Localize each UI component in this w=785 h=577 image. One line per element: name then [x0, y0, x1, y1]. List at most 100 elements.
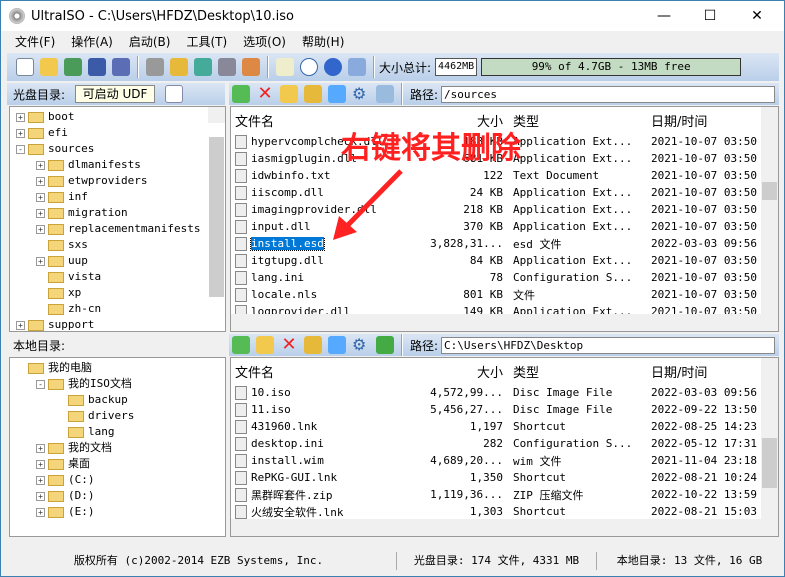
delete-icon[interactable]: ✕	[256, 85, 274, 103]
delete-icon[interactable]: ✕	[280, 336, 298, 354]
menu-bootable[interactable]: 启动(B)	[129, 33, 171, 50]
minimize-button[interactable]: —	[641, 1, 687, 31]
tree-item[interactable]: + uup	[16, 253, 225, 269]
boot-check-icon[interactable]	[165, 85, 184, 103]
settings-icon[interactable]: ⚙	[352, 85, 370, 103]
expand-toggle-icon[interactable]: +	[36, 224, 45, 234]
tree-item[interactable]: + 我的文档	[16, 440, 225, 456]
tree-item[interactable]: sxs	[16, 237, 225, 253]
extract-icon[interactable]	[64, 58, 82, 76]
mount-icon[interactable]	[170, 58, 188, 76]
expand-toggle-icon[interactable]: -	[36, 379, 45, 389]
file-row[interactable]: RePKG-GUI.lnk 1,350 Shortcut 2022-08-21 10:…	[231, 469, 778, 486]
tree-item[interactable]: + 桌面	[16, 456, 225, 472]
expand-toggle-icon[interactable]: +	[36, 459, 45, 469]
boot-type-field[interactable]: 可启动 UDF	[75, 85, 156, 103]
tree-item[interactable]: - 我的ISO文档	[16, 376, 225, 392]
expand-toggle-icon[interactable]: +	[36, 160, 45, 170]
tree-item[interactable]: + migration	[16, 205, 225, 221]
file-row[interactable]: imagingprovider.dll 218 KB Application Ext…	[231, 201, 778, 218]
expand-toggle-icon[interactable]: +	[36, 192, 45, 202]
tree-item[interactable]: backup	[16, 392, 225, 408]
maximize-button[interactable]: ☐	[687, 1, 733, 31]
save-icon[interactable]	[88, 58, 106, 76]
tree-item[interactable]: vista	[16, 269, 225, 285]
horizontal-scrollbar[interactable]	[231, 519, 778, 536]
tree-item[interactable]: + efi	[16, 125, 225, 141]
tree-item[interactable]: + (D:)	[16, 488, 225, 504]
column-header[interactable]: 类型	[509, 111, 647, 130]
tree-item[interactable]: - sources	[16, 141, 225, 157]
file-row[interactable]: 黑群晖套件.zip 1,119,36... ZIP 压缩文件 2022-10-22 1…	[231, 486, 778, 503]
expand-toggle-icon[interactable]: +	[16, 112, 25, 122]
new-icon[interactable]	[16, 58, 34, 76]
vertical-scrollbar[interactable]	[761, 358, 778, 519]
file-row[interactable]: 火绒安全软件.lnk 1,303 Shortcut 2022-08-21 15:03	[231, 503, 778, 520]
tree-item[interactable]: lang	[16, 424, 225, 440]
file-row[interactable]: install.esd 3,828,31... esd 文件 2022-03-03 0…	[231, 235, 778, 252]
file-row[interactable]: locale.nls 801 KB 文件 2021-10-07 03:50	[231, 286, 778, 303]
tree-item[interactable]: zh-cn	[16, 301, 225, 317]
tree-item[interactable]: xp	[16, 285, 225, 301]
column-header[interactable]: 文件名	[231, 362, 421, 381]
expand-toggle-icon[interactable]: +	[36, 176, 45, 186]
tree-item[interactable]: + boot	[16, 109, 225, 125]
iso-path-field[interactable]: /sources	[441, 85, 775, 103]
rename-icon[interactable]	[304, 85, 322, 103]
column-header[interactable]: 类型	[509, 362, 647, 381]
exit-icon[interactable]	[348, 58, 366, 76]
file-row[interactable]: lang.ini 78 Configuration S... 2021-10-07 0…	[231, 269, 778, 286]
vertical-scrollbar[interactable]	[761, 107, 778, 314]
new-folder-icon[interactable]	[280, 85, 298, 103]
menu-options[interactable]: 选项(O)	[243, 33, 286, 50]
file-row[interactable]: 431960.lnk 1,197 Shortcut 2022-08-25 14:23	[231, 418, 778, 435]
expand-toggle-icon[interactable]: +	[36, 475, 45, 485]
rename-icon[interactable]	[304, 336, 322, 354]
file-row[interactable]: iiscomp.dll 24 KB Application Ext... 2021-1…	[231, 184, 778, 201]
file-row[interactable]: idwbinfo.txt 122 Text Document 2021-10-07 0…	[231, 167, 778, 184]
file-row[interactable]: 11.iso 5,456,27... Disc Image File 2022-09-…	[231, 401, 778, 418]
tree-item[interactable]: + inf	[16, 189, 225, 205]
virtual-drive-icon[interactable]	[218, 58, 236, 76]
menu-file[interactable]: 文件(F)	[15, 33, 55, 50]
info-icon[interactable]	[300, 58, 318, 76]
new-folder-icon[interactable]	[256, 336, 274, 354]
refresh-icon[interactable]	[376, 85, 394, 103]
tree-item[interactable]: + etwproviders	[16, 173, 225, 189]
expand-toggle-icon[interactable]: +	[36, 208, 45, 218]
menu-help[interactable]: 帮助(H)	[302, 33, 344, 50]
menu-tools[interactable]: 工具(T)	[186, 33, 227, 50]
tree-item[interactable]: + support	[16, 317, 225, 331]
expand-toggle-icon[interactable]: +	[36, 443, 45, 453]
expand-toggle-icon[interactable]: +	[36, 507, 45, 517]
file-row[interactable]: desktop.ini 282 Configuration S... 2022-05-…	[231, 435, 778, 452]
close-button[interactable]: ✕	[734, 1, 780, 31]
file-row[interactable]: 10.iso 4,572,99... Disc Image File 2022-03-…	[231, 384, 778, 401]
expand-toggle-icon[interactable]: -	[16, 144, 25, 154]
tree-item[interactable]: + (C:)	[16, 472, 225, 488]
local-path-field[interactable]: C:\Users\HFDZ\Desktop	[441, 336, 775, 354]
help-icon[interactable]	[324, 58, 342, 76]
tree-item[interactable]: + (E:)	[16, 504, 225, 520]
expand-toggle-icon[interactable]: +	[36, 491, 45, 501]
tree-item[interactable]: + dlmanifests	[16, 157, 225, 173]
save-as-icon[interactable]	[112, 58, 130, 76]
file-row[interactable]: input.dll 370 KB Application Ext... 2021-10…	[231, 218, 778, 235]
menu-actions[interactable]: 操作(A)	[71, 33, 113, 50]
refresh-icon[interactable]	[376, 336, 394, 354]
properties-icon[interactable]	[276, 58, 294, 76]
column-header[interactable]: 日期/时间	[647, 362, 767, 381]
add-to-iso-icon[interactable]	[328, 336, 346, 354]
settings-icon[interactable]: ⚙	[352, 336, 370, 354]
expand-toggle-icon[interactable]: +	[16, 320, 25, 330]
boot-icon[interactable]	[242, 58, 260, 76]
file-row[interactable]: install.wim 4,689,20... wim 文件 2021-11-04 2…	[231, 452, 778, 469]
horizontal-scrollbar[interactable]	[231, 314, 778, 331]
add-files-icon[interactable]	[328, 85, 346, 103]
vertical-scrollbar[interactable]	[208, 107, 225, 297]
compress-icon[interactable]	[194, 58, 212, 76]
file-row[interactable]: itgtupg.dll 84 KB Application Ext... 2021-1…	[231, 252, 778, 269]
tree-item[interactable]: drivers	[16, 408, 225, 424]
up-folder-icon[interactable]	[232, 85, 250, 103]
column-header[interactable]: 日期/时间	[647, 111, 767, 130]
